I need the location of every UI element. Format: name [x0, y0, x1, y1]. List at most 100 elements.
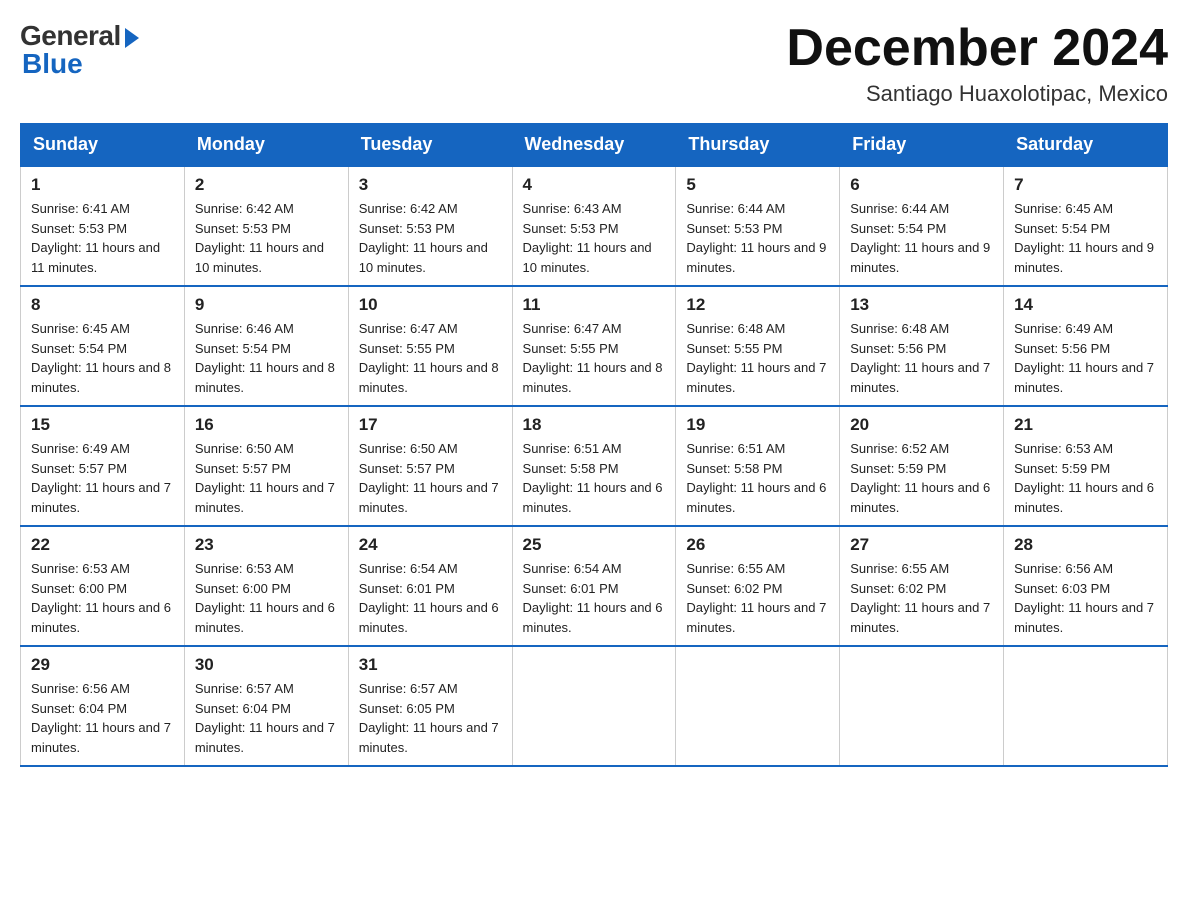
day-number: 28 — [1014, 535, 1157, 555]
calendar-day-cell: 15 Sunrise: 6:49 AM Sunset: 5:57 PM Dayl… — [21, 406, 185, 526]
calendar-day-header: Thursday — [676, 124, 840, 167]
day-info: Sunrise: 6:47 AM Sunset: 5:55 PM Dayligh… — [359, 319, 502, 397]
day-number: 4 — [523, 175, 666, 195]
day-number: 18 — [523, 415, 666, 435]
logo-arrow-icon — [125, 28, 139, 48]
calendar-week-row: 15 Sunrise: 6:49 AM Sunset: 5:57 PM Dayl… — [21, 406, 1168, 526]
day-number: 30 — [195, 655, 338, 675]
month-title: December 2024 — [786, 20, 1168, 77]
calendar-day-cell: 29 Sunrise: 6:56 AM Sunset: 6:04 PM Dayl… — [21, 646, 185, 766]
calendar-day-cell: 14 Sunrise: 6:49 AM Sunset: 5:56 PM Dayl… — [1004, 286, 1168, 406]
calendar-day-cell: 5 Sunrise: 6:44 AM Sunset: 5:53 PM Dayli… — [676, 166, 840, 286]
day-number: 19 — [686, 415, 829, 435]
day-info: Sunrise: 6:44 AM Sunset: 5:53 PM Dayligh… — [686, 199, 829, 277]
day-info: Sunrise: 6:52 AM Sunset: 5:59 PM Dayligh… — [850, 439, 993, 517]
calendar-day-cell: 3 Sunrise: 6:42 AM Sunset: 5:53 PM Dayli… — [348, 166, 512, 286]
day-number: 15 — [31, 415, 174, 435]
calendar-day-cell: 30 Sunrise: 6:57 AM Sunset: 6:04 PM Dayl… — [184, 646, 348, 766]
day-info: Sunrise: 6:48 AM Sunset: 5:55 PM Dayligh… — [686, 319, 829, 397]
day-number: 3 — [359, 175, 502, 195]
day-number: 11 — [523, 295, 666, 315]
day-info: Sunrise: 6:48 AM Sunset: 5:56 PM Dayligh… — [850, 319, 993, 397]
day-number: 20 — [850, 415, 993, 435]
day-info: Sunrise: 6:47 AM Sunset: 5:55 PM Dayligh… — [523, 319, 666, 397]
day-number: 1 — [31, 175, 174, 195]
logo-blue-text: Blue — [20, 48, 83, 80]
calendar-day-cell: 7 Sunrise: 6:45 AM Sunset: 5:54 PM Dayli… — [1004, 166, 1168, 286]
calendar-day-header: Wednesday — [512, 124, 676, 167]
day-number: 5 — [686, 175, 829, 195]
calendar-day-header: Sunday — [21, 124, 185, 167]
day-info: Sunrise: 6:53 AM Sunset: 6:00 PM Dayligh… — [31, 559, 174, 637]
day-info: Sunrise: 6:53 AM Sunset: 5:59 PM Dayligh… — [1014, 439, 1157, 517]
calendar-day-header: Saturday — [1004, 124, 1168, 167]
calendar-day-cell: 21 Sunrise: 6:53 AM Sunset: 5:59 PM Dayl… — [1004, 406, 1168, 526]
day-number: 14 — [1014, 295, 1157, 315]
day-number: 6 — [850, 175, 993, 195]
day-number: 27 — [850, 535, 993, 555]
day-number: 8 — [31, 295, 174, 315]
day-info: Sunrise: 6:44 AM Sunset: 5:54 PM Dayligh… — [850, 199, 993, 277]
calendar-day-header: Monday — [184, 124, 348, 167]
day-number: 12 — [686, 295, 829, 315]
calendar-day-cell: 9 Sunrise: 6:46 AM Sunset: 5:54 PM Dayli… — [184, 286, 348, 406]
calendar-day-cell — [1004, 646, 1168, 766]
calendar-day-cell: 13 Sunrise: 6:48 AM Sunset: 5:56 PM Dayl… — [840, 286, 1004, 406]
calendar-day-cell: 1 Sunrise: 6:41 AM Sunset: 5:53 PM Dayli… — [21, 166, 185, 286]
day-number: 31 — [359, 655, 502, 675]
day-info: Sunrise: 6:49 AM Sunset: 5:57 PM Dayligh… — [31, 439, 174, 517]
calendar-day-cell: 16 Sunrise: 6:50 AM Sunset: 5:57 PM Dayl… — [184, 406, 348, 526]
calendar-day-cell: 11 Sunrise: 6:47 AM Sunset: 5:55 PM Dayl… — [512, 286, 676, 406]
day-info: Sunrise: 6:56 AM Sunset: 6:03 PM Dayligh… — [1014, 559, 1157, 637]
day-info: Sunrise: 6:42 AM Sunset: 5:53 PM Dayligh… — [195, 199, 338, 277]
calendar-day-cell: 6 Sunrise: 6:44 AM Sunset: 5:54 PM Dayli… — [840, 166, 1004, 286]
day-number: 9 — [195, 295, 338, 315]
calendar-day-cell: 31 Sunrise: 6:57 AM Sunset: 6:05 PM Dayl… — [348, 646, 512, 766]
day-number: 29 — [31, 655, 174, 675]
calendar-day-cell: 4 Sunrise: 6:43 AM Sunset: 5:53 PM Dayli… — [512, 166, 676, 286]
calendar-day-header: Tuesday — [348, 124, 512, 167]
calendar-day-cell: 2 Sunrise: 6:42 AM Sunset: 5:53 PM Dayli… — [184, 166, 348, 286]
day-info: Sunrise: 6:54 AM Sunset: 6:01 PM Dayligh… — [523, 559, 666, 637]
day-info: Sunrise: 6:50 AM Sunset: 5:57 PM Dayligh… — [195, 439, 338, 517]
calendar-day-cell: 10 Sunrise: 6:47 AM Sunset: 5:55 PM Dayl… — [348, 286, 512, 406]
calendar-week-row: 29 Sunrise: 6:56 AM Sunset: 6:04 PM Dayl… — [21, 646, 1168, 766]
calendar-day-cell: 28 Sunrise: 6:56 AM Sunset: 6:03 PM Dayl… — [1004, 526, 1168, 646]
day-info: Sunrise: 6:55 AM Sunset: 6:02 PM Dayligh… — [850, 559, 993, 637]
day-number: 22 — [31, 535, 174, 555]
calendar-day-cell: 25 Sunrise: 6:54 AM Sunset: 6:01 PM Dayl… — [512, 526, 676, 646]
day-info: Sunrise: 6:45 AM Sunset: 5:54 PM Dayligh… — [1014, 199, 1157, 277]
day-info: Sunrise: 6:50 AM Sunset: 5:57 PM Dayligh… — [359, 439, 502, 517]
day-info: Sunrise: 6:53 AM Sunset: 6:00 PM Dayligh… — [195, 559, 338, 637]
title-block: December 2024 Santiago Huaxolotipac, Mex… — [786, 20, 1168, 107]
day-info: Sunrise: 6:57 AM Sunset: 6:05 PM Dayligh… — [359, 679, 502, 757]
calendar-day-cell — [840, 646, 1004, 766]
day-info: Sunrise: 6:45 AM Sunset: 5:54 PM Dayligh… — [31, 319, 174, 397]
day-number: 24 — [359, 535, 502, 555]
logo: General Blue — [20, 20, 139, 80]
day-info: Sunrise: 6:42 AM Sunset: 5:53 PM Dayligh… — [359, 199, 502, 277]
calendar-day-cell: 20 Sunrise: 6:52 AM Sunset: 5:59 PM Dayl… — [840, 406, 1004, 526]
calendar-day-cell: 23 Sunrise: 6:53 AM Sunset: 6:00 PM Dayl… — [184, 526, 348, 646]
calendar-day-cell: 17 Sunrise: 6:50 AM Sunset: 5:57 PM Dayl… — [348, 406, 512, 526]
day-number: 26 — [686, 535, 829, 555]
calendar-day-cell: 19 Sunrise: 6:51 AM Sunset: 5:58 PM Dayl… — [676, 406, 840, 526]
day-number: 21 — [1014, 415, 1157, 435]
day-number: 25 — [523, 535, 666, 555]
location-title: Santiago Huaxolotipac, Mexico — [786, 81, 1168, 107]
day-info: Sunrise: 6:51 AM Sunset: 5:58 PM Dayligh… — [686, 439, 829, 517]
calendar-day-cell: 18 Sunrise: 6:51 AM Sunset: 5:58 PM Dayl… — [512, 406, 676, 526]
calendar-week-row: 22 Sunrise: 6:53 AM Sunset: 6:00 PM Dayl… — [21, 526, 1168, 646]
calendar-day-cell: 27 Sunrise: 6:55 AM Sunset: 6:02 PM Dayl… — [840, 526, 1004, 646]
day-number: 10 — [359, 295, 502, 315]
day-info: Sunrise: 6:57 AM Sunset: 6:04 PM Dayligh… — [195, 679, 338, 757]
day-info: Sunrise: 6:46 AM Sunset: 5:54 PM Dayligh… — [195, 319, 338, 397]
page-header: General Blue December 2024 Santiago Huax… — [20, 20, 1168, 107]
day-number: 17 — [359, 415, 502, 435]
day-number: 13 — [850, 295, 993, 315]
day-info: Sunrise: 6:49 AM Sunset: 5:56 PM Dayligh… — [1014, 319, 1157, 397]
calendar-day-cell — [676, 646, 840, 766]
calendar-week-row: 1 Sunrise: 6:41 AM Sunset: 5:53 PM Dayli… — [21, 166, 1168, 286]
calendar-table: SundayMondayTuesdayWednesdayThursdayFrid… — [20, 123, 1168, 767]
day-number: 2 — [195, 175, 338, 195]
